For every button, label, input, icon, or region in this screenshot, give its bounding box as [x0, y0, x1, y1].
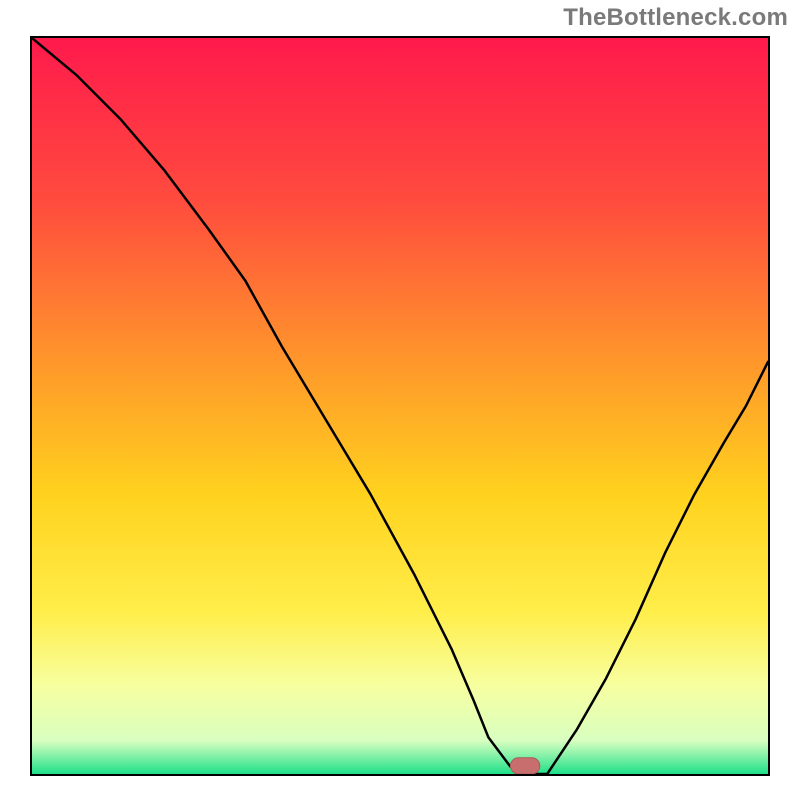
gradient-rect: [32, 38, 768, 774]
plot-svg: [32, 38, 768, 774]
optimal-point-marker: [510, 758, 539, 774]
plot-area: [30, 36, 770, 776]
chart-stage: TheBottleneck.com: [0, 0, 800, 800]
watermark-text: TheBottleneck.com: [563, 4, 788, 32]
